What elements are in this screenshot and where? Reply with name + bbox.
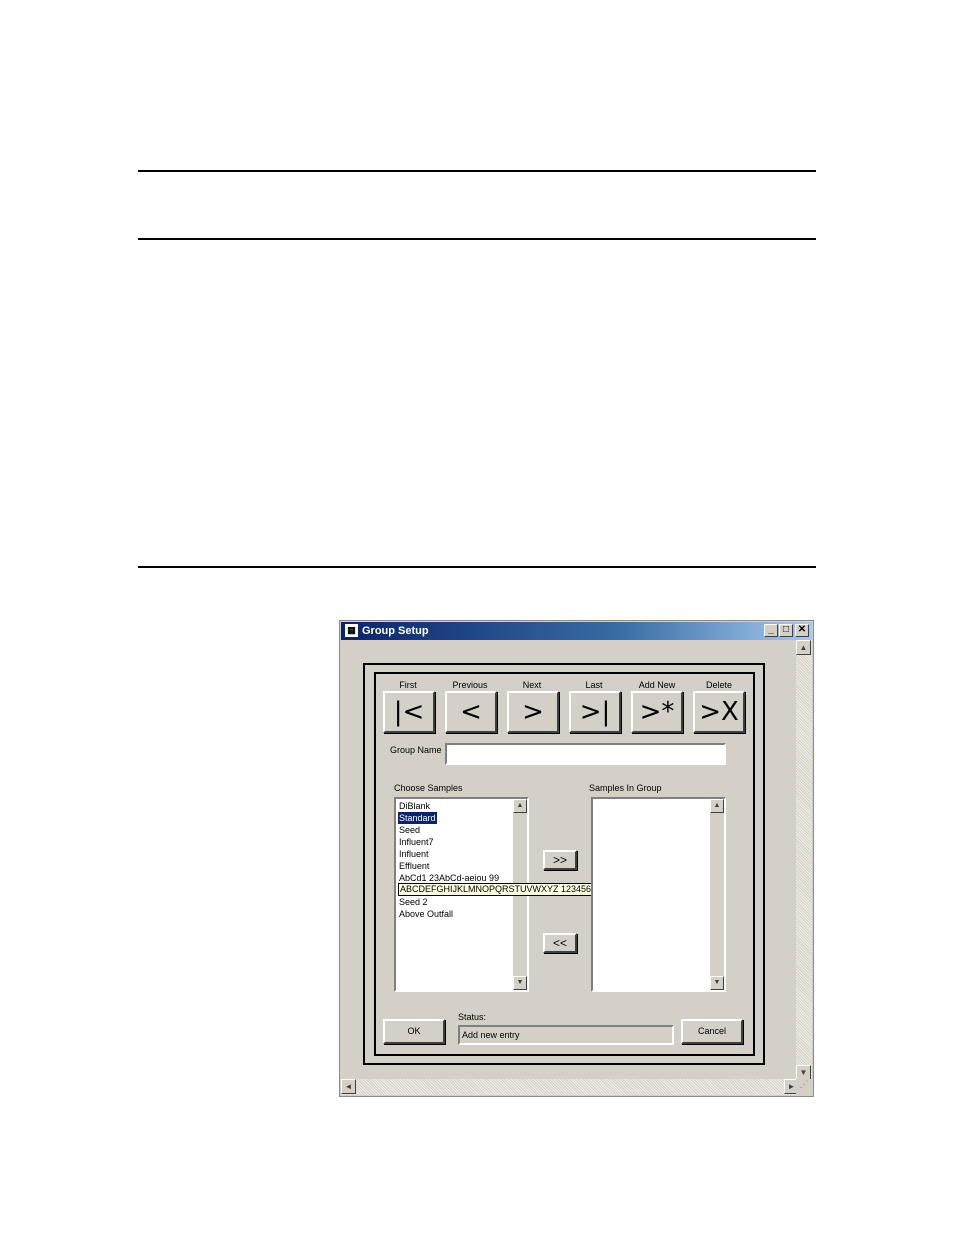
delete-label: Delete bbox=[705, 680, 732, 690]
maximize-button[interactable]: □ bbox=[779, 624, 793, 637]
group-name-input[interactable] bbox=[445, 743, 726, 765]
app-icon[interactable]: ▦ bbox=[345, 624, 358, 637]
list-item[interactable]: Seed bbox=[399, 824, 420, 836]
list-scroll-up-icon[interactable]: ▲ bbox=[513, 799, 527, 813]
first-button[interactable]: |< bbox=[383, 691, 435, 733]
list-item[interactable]: DiBlank bbox=[399, 800, 430, 812]
title-bar[interactable]: ▦ Group Setup _ □ ✕ bbox=[341, 622, 812, 640]
window-horizontal-scrollbar[interactable]: ◄ ► bbox=[341, 1079, 799, 1095]
choose-samples-label: Choose Samples bbox=[394, 783, 463, 793]
group-setup-window: ▦ Group Setup _ □ ✕ ▲ ▼ ◄ ► ⋰ First Prev… bbox=[339, 620, 814, 1097]
last-button[interactable]: >| bbox=[569, 691, 621, 733]
scroll-down-icon[interactable]: ▼ bbox=[796, 1065, 811, 1080]
list-scroll-up-icon[interactable]: ▲ bbox=[710, 799, 724, 813]
delete-button[interactable]: >X bbox=[693, 691, 745, 733]
list-item[interactable]: Influent7 bbox=[399, 836, 434, 848]
next-label: Next bbox=[522, 680, 542, 690]
add-to-group-button[interactable]: >> bbox=[543, 850, 577, 870]
status-field: Add new entry bbox=[458, 1025, 674, 1045]
list-item-selected[interactable]: Standard bbox=[398, 812, 437, 824]
ok-button[interactable]: OK bbox=[383, 1019, 445, 1044]
samples-in-group-scrollbar[interactable]: ▲ ▼ bbox=[710, 799, 724, 990]
list-scroll-down-icon[interactable]: ▼ bbox=[710, 976, 724, 990]
previous-label: Previous bbox=[452, 680, 488, 690]
add-new-button[interactable]: >* bbox=[631, 691, 683, 733]
window-vertical-scrollbar[interactable]: ▲ ▼ bbox=[796, 640, 812, 1080]
list-scroll-down-icon[interactable]: ▼ bbox=[513, 976, 527, 990]
next-button[interactable]: > bbox=[507, 691, 559, 733]
scroll-left-icon[interactable]: ◄ bbox=[341, 1079, 356, 1094]
samples-in-group-label: Samples In Group bbox=[589, 783, 662, 793]
add-new-label: Add New bbox=[638, 680, 676, 690]
minimize-button[interactable]: _ bbox=[764, 624, 778, 637]
remove-from-group-button[interactable]: << bbox=[543, 933, 577, 953]
top-rule-3 bbox=[138, 566, 816, 568]
scroll-up-icon[interactable]: ▲ bbox=[796, 640, 811, 655]
status-label: Status: bbox=[458, 1012, 487, 1022]
top-rule-2 bbox=[138, 238, 816, 240]
cancel-button[interactable]: Cancel bbox=[681, 1019, 743, 1044]
resize-grip-icon[interactable]: ⋰ bbox=[796, 1079, 812, 1095]
group-name-label: Group Name bbox=[390, 745, 442, 755]
samples-in-group-list[interactable]: ▲ ▼ bbox=[591, 797, 726, 992]
list-item[interactable]: Seed 2 bbox=[399, 896, 428, 908]
list-item[interactable]: Effluent bbox=[399, 860, 429, 872]
first-label: First bbox=[399, 680, 417, 690]
last-label: Last bbox=[585, 680, 603, 690]
top-rule-1 bbox=[138, 170, 816, 172]
close-button[interactable]: ✕ bbox=[795, 624, 809, 637]
window-title: Group Setup bbox=[362, 625, 429, 637]
previous-button[interactable]: < bbox=[445, 691, 497, 733]
list-item[interactable]: Above Outfall bbox=[399, 908, 453, 920]
list-item[interactable]: Influent bbox=[399, 848, 429, 860]
